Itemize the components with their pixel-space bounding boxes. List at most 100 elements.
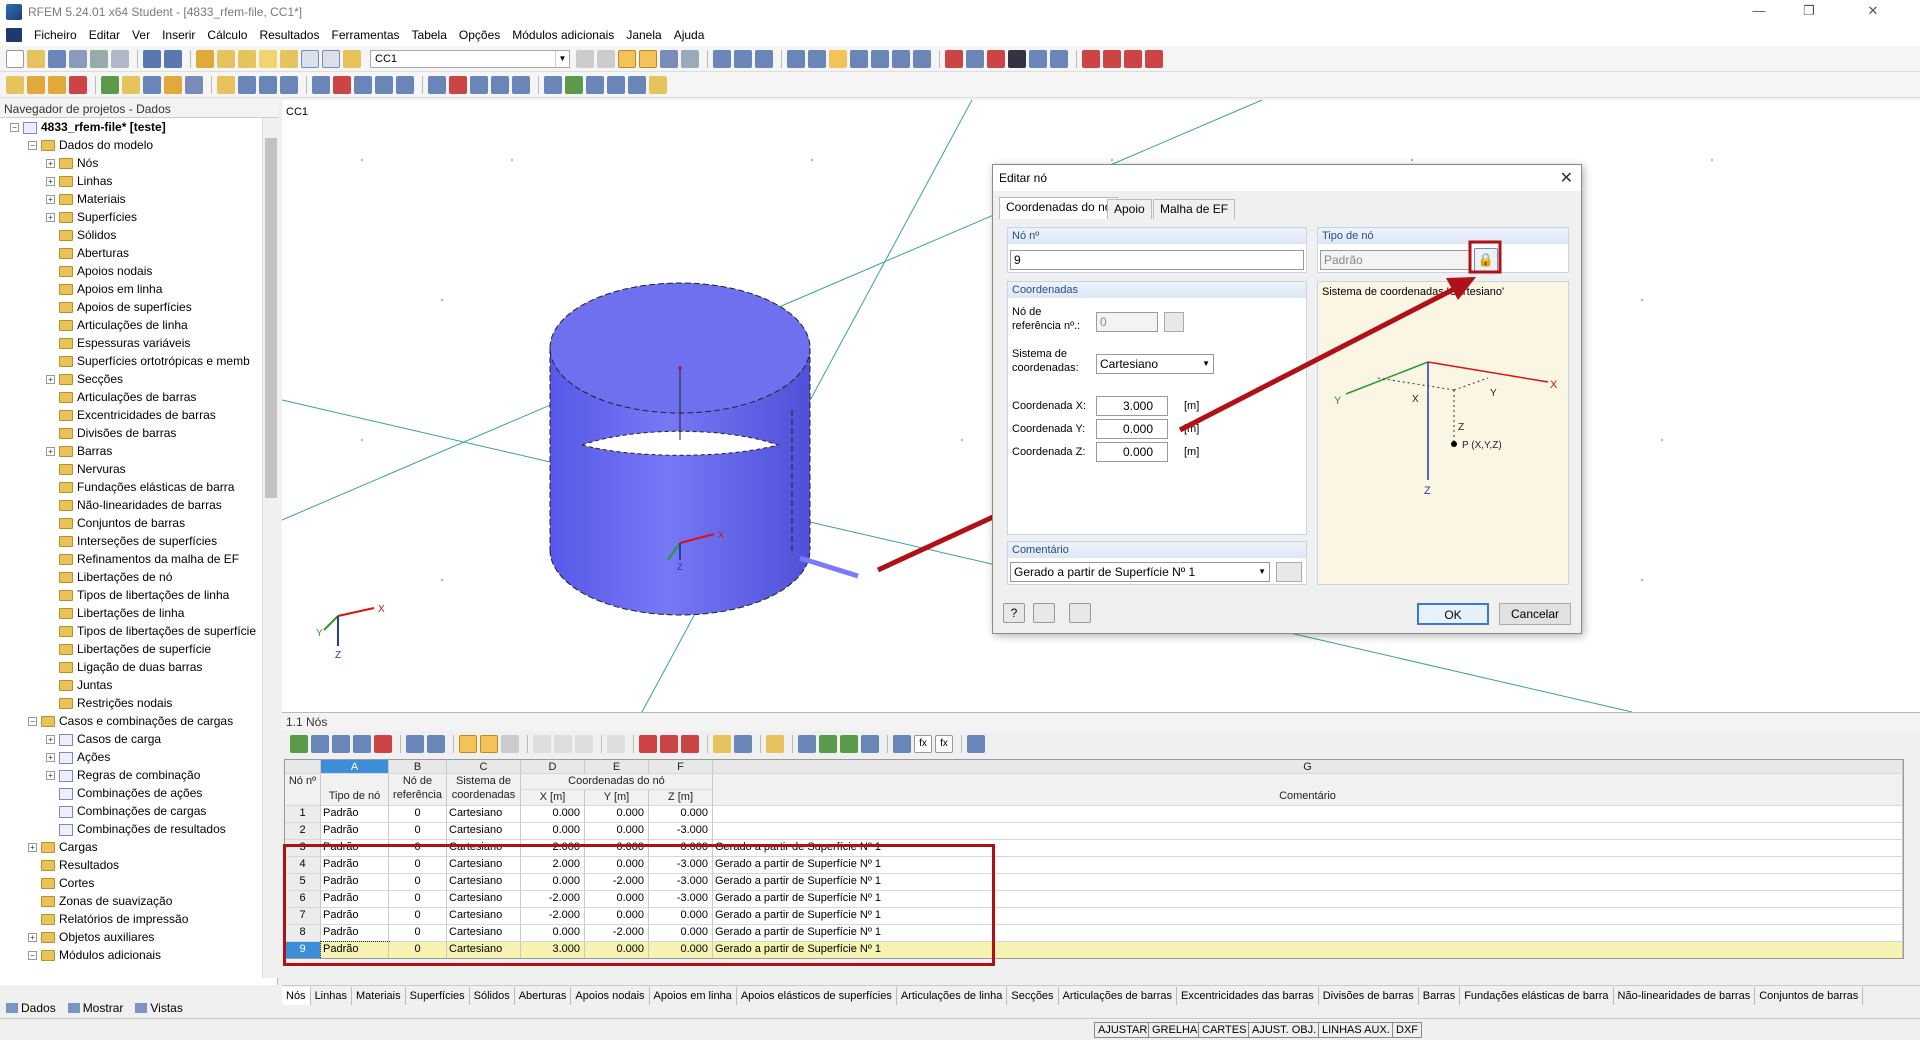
nav-item[interactable]: − Dados do modelo — [28, 136, 153, 154]
table-cell-ref[interactable]: 0 — [389, 942, 447, 958]
guide-line-icon[interactable] — [586, 75, 604, 94]
menu-ferramentas[interactable]: Ferramentas — [325, 24, 405, 46]
status-grelha[interactable]: GRELHA — [1148, 1022, 1202, 1038]
table-cell-ref[interactable]: 0 — [389, 823, 447, 840]
divide-icon[interactable] — [333, 75, 351, 94]
menu-modulos-adicionais[interactable]: Módulos adicionais — [506, 24, 620, 46]
nav-item[interactable]: + Casos de carga — [46, 730, 161, 748]
table-cell-y[interactable]: -2.000 — [585, 925, 649, 942]
nav-item[interactable]: Sólidos — [46, 226, 116, 244]
nav-item[interactable]: + Superfícies — [46, 208, 137, 226]
expand-icon[interactable]: + — [28, 933, 37, 943]
view-wire-icon[interactable] — [892, 49, 910, 68]
nav-item[interactable]: Superfícies ortotrópicas e memb — [46, 352, 250, 370]
menu-opcoes[interactable]: Opções — [453, 24, 506, 46]
table-cell-x[interactable]: 2.000 — [521, 857, 585, 874]
nav-item[interactable]: + Barras — [46, 442, 112, 460]
table-tab[interactable]: Apoios elásticos de superfícies — [737, 986, 897, 1005]
new-line-icon[interactable] — [27, 75, 45, 94]
view-iso-icon[interactable] — [713, 49, 731, 68]
lock-icon[interactable]: 🔒 — [1474, 248, 1498, 272]
nav-item[interactable]: Nervuras — [46, 460, 126, 478]
table-excel-icon[interactable] — [840, 735, 858, 753]
table-cell-x[interactable]: 0.000 — [521, 874, 585, 891]
new-hinge-icon[interactable] — [185, 75, 203, 94]
coord-y-input[interactable]: 0.000 — [1096, 419, 1168, 439]
expand-icon[interactable]: + — [46, 753, 55, 763]
new-surface-icon[interactable] — [122, 75, 140, 94]
snap-icon[interactable] — [1029, 49, 1047, 68]
view-y-icon[interactable] — [755, 49, 773, 68]
nav-item[interactable]: + Secções — [46, 370, 123, 388]
table-cell-type[interactable]: Padrão — [321, 857, 389, 874]
expand-icon[interactable]: + — [46, 213, 55, 223]
new-polyline-icon[interactable] — [48, 75, 66, 94]
menu-janela[interactable]: Janela — [620, 24, 667, 46]
nav-item[interactable]: Libertações de superfície — [46, 640, 211, 658]
check-icon[interactable] — [449, 75, 467, 94]
expand-icon[interactable]: + — [46, 447, 55, 457]
column-letter[interactable]: D — [521, 760, 585, 774]
mesh-icon[interactable] — [428, 75, 446, 94]
zoom-icon[interactable] — [217, 49, 235, 68]
calculate-icon[interactable] — [259, 49, 277, 68]
table-cell-ref[interactable]: 0 — [389, 874, 447, 891]
table-tab[interactable]: Divisões de barras — [1319, 986, 1419, 1005]
table-sort-icon[interactable] — [575, 735, 593, 753]
color-scale-icon[interactable] — [649, 75, 667, 94]
table-cell-z[interactable]: 0.000 — [649, 806, 713, 823]
table-cell-x[interactable]: 2.000 — [521, 840, 585, 857]
table-insert-row-icon[interactable] — [311, 735, 329, 753]
table-cell-type[interactable]: Padrão — [321, 891, 389, 908]
table-cell-sys[interactable]: Cartesiano — [447, 823, 521, 840]
menu-calculo[interactable]: Cálculo — [201, 24, 253, 46]
new-member-icon[interactable] — [69, 75, 87, 94]
table-cell-x[interactable]: 0.000 — [521, 823, 585, 840]
table-cell-z[interactable]: 0.000 — [649, 942, 713, 958]
expand-icon[interactable]: + — [46, 771, 55, 781]
table-cell-no[interactable]: 9 — [285, 942, 321, 958]
table-cell-no[interactable]: 3 — [285, 840, 321, 857]
table-hide-icon[interactable] — [607, 735, 625, 753]
column-letter[interactable]: A — [321, 760, 389, 774]
menu-editar[interactable]: Editar — [83, 24, 126, 46]
nav-item[interactable]: Apoios nodais — [46, 262, 152, 280]
expand-icon[interactable]: + — [46, 177, 55, 187]
node-9-member[interactable] — [799, 555, 859, 579]
table-tab[interactable]: Apoios nodais — [571, 986, 650, 1005]
new-solid-icon[interactable] — [143, 75, 161, 94]
select-icon[interactable] — [945, 49, 963, 68]
close-window-button[interactable]: ✕ — [1850, 0, 1896, 24]
table-select-icon[interactable] — [480, 735, 498, 753]
table-cell-no[interactable]: 5 — [285, 874, 321, 891]
save-all-icon[interactable] — [69, 49, 87, 68]
status-ajust-obj[interactable]: AJUST. OBJ. — [1248, 1022, 1321, 1038]
table-tab[interactable]: Nós — [282, 986, 311, 1005]
status-linhas-aux[interactable]: LINHAS AUX. — [1318, 1022, 1394, 1038]
collapse-icon[interactable]: − — [10, 123, 19, 133]
expand-icon[interactable]: + — [28, 843, 37, 853]
table-tab[interactable]: Superfícies — [406, 986, 470, 1005]
scale-icon[interactable] — [396, 75, 414, 94]
table-cell-y[interactable]: 0.000 — [585, 891, 649, 908]
nav-item[interactable]: Aberturas — [46, 244, 129, 262]
view-top-icon[interactable] — [808, 49, 826, 68]
table-cell-comment[interactable]: Gerado a partir de Superfície Nº 1 — [713, 891, 1903, 908]
table-cell-x[interactable]: 3.000 — [521, 942, 585, 958]
ref-node-select[interactable]: 0 — [1096, 312, 1158, 332]
nav-item[interactable]: Restrições nodais — [46, 694, 172, 712]
table-cell-type[interactable]: Padrão — [321, 823, 389, 840]
new-support-icon[interactable] — [101, 75, 119, 94]
table-columns-icon[interactable] — [713, 735, 731, 753]
table-sort-down-icon[interactable] — [554, 735, 572, 753]
nav-item[interactable]: Espessuras variáveis — [46, 334, 190, 352]
nav-item[interactable]: + Regras de combinação — [46, 766, 200, 784]
maximize-button[interactable]: ❒ — [1786, 0, 1832, 24]
function-clear-icon[interactable]: fx — [935, 735, 953, 753]
table-paste-icon[interactable] — [660, 735, 678, 753]
table-cell-comment[interactable]: Gerado a partir de Superfície Nº 1 — [713, 840, 1903, 857]
nav-item[interactable]: Apoios de superfícies — [46, 298, 192, 316]
table-cell-x[interactable]: -2.000 — [521, 908, 585, 925]
table-cell-comment[interactable]: Gerado a partir de Superfície Nº 1 — [713, 857, 1903, 874]
table-cell-comment[interactable]: Gerado a partir de Superfície Nº 1 — [713, 908, 1903, 925]
